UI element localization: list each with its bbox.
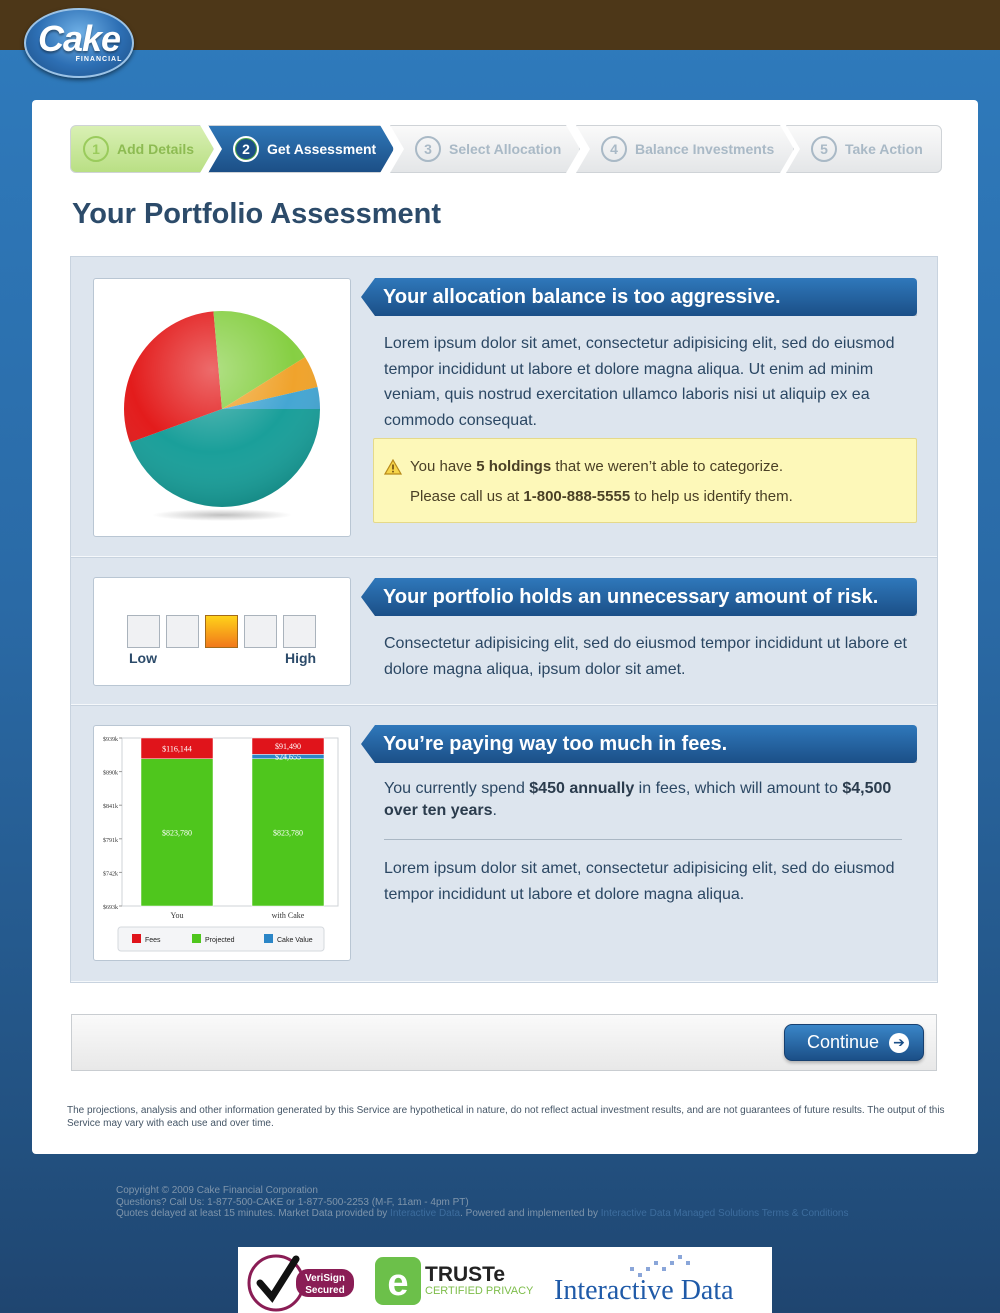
wizard-steps: 1 Add Details 2 Get Assessment 3 Select … <box>70 125 942 175</box>
page-title: Your Portfolio Assessment <box>72 198 442 230</box>
step-label: Select Allocation <box>449 141 562 157</box>
interactive-data-dots <box>630 1255 690 1277</box>
risk-level-box <box>127 615 160 648</box>
warning-line-2: Please call us at 1-800-888-5555 to help… <box>410 488 793 505</box>
fees-section: $939k $890k $841k $791k $742k $693k $823,780 $1… <box>71 705 937 982</box>
legend-swatch <box>132 934 141 943</box>
logo-subtext: FINANCIAL <box>75 56 123 63</box>
support-phone: Questions? Call Us: 1-877-500-CAKE or 1-… <box>116 1196 469 1208</box>
warning-icon <box>384 459 402 475</box>
allocation-text: Lorem ipsum dolor sit amet, consectetur … <box>384 335 895 429</box>
managed-solutions-link[interactable]: Interactive Data Managed Solutions <box>601 1208 759 1219</box>
risk-meter-card: Low High <box>93 577 351 686</box>
risk-level-box <box>166 615 199 648</box>
truste-badge[interactable]: e TRUSTe CERTIFIED PRIVACY <box>375 1257 534 1305</box>
interactive-data-link[interactable]: Interactive Data <box>390 1208 460 1219</box>
step-label: Get Assessment <box>267 141 377 157</box>
terms-link[interactable]: Terms & Conditions <box>762 1208 849 1219</box>
fees-bar-chart: $939k $890k $841k $791k $742k $693k $823,780 $1… <box>103 736 339 952</box>
step-label: Add Details <box>117 141 195 157</box>
step-label: Take Action <box>845 141 923 157</box>
copyright: Copyright © 2009 Cake Financial Corporat… <box>116 1185 318 1196</box>
pie-highlight <box>124 311 320 507</box>
truste-e-icon: e <box>387 1262 408 1304</box>
step-balance-investments[interactable]: 4 Balance Investments <box>576 125 794 173</box>
allocation-pie-card <box>93 278 351 537</box>
logo-text: Cake <box>37 18 121 59</box>
bar-value-label: $116,144 <box>162 744 192 753</box>
legend-label: Projected <box>205 937 235 944</box>
step-get-assessment[interactable]: 2 Get Assessment <box>208 125 394 173</box>
phone-number: 1-800-888-5555 <box>523 488 631 505</box>
risk-heading: Your portfolio holds an unnecessary amou… <box>361 578 917 616</box>
y-tick-label: $742k <box>103 870 118 877</box>
risk-high-label: High <box>285 650 317 666</box>
arrow-right-icon: ➔ <box>889 1033 909 1053</box>
fees-chart-card: $939k $890k $841k $791k $742k $693k $823,780 $1… <box>93 725 351 961</box>
uncategorized-warning: You have 5 holdings that we weren’t able… <box>373 438 917 523</box>
step-add-details[interactable]: 1 Add Details <box>70 125 214 173</box>
truste-certified-text: CERTIFIED PRIVACY <box>425 1285 534 1297</box>
holdings-count: 5 holdings <box>476 458 552 475</box>
y-tick-label: $693k <box>103 904 118 911</box>
x-category-label: with Cake <box>272 911 305 920</box>
fees-divider <box>384 839 902 840</box>
badge-row: VeriSign Secured e TRUSTe CERTIFIED PRIV… <box>247 1254 734 1312</box>
legend-swatch <box>264 934 273 943</box>
top-bar <box>0 0 1000 50</box>
truste-text: TRUSTe <box>425 1263 505 1286</box>
step-number: 3 <box>415 136 441 162</box>
y-tick-label: $841k <box>103 803 118 810</box>
allocation-section: Your allocation balance is too aggressiv… <box>71 257 937 557</box>
bar-value-label: $823,780 <box>273 828 303 837</box>
bar-value-label: $823,780 <box>162 828 192 837</box>
risk-level-box <box>244 615 277 648</box>
legend-label: Fees <box>145 937 161 944</box>
pie-shadow <box>152 509 292 521</box>
continue-bar: Continue ➔ <box>71 1014 937 1071</box>
step-number: 2 <box>233 136 259 162</box>
step-select-allocation[interactable]: 3 Select Allocation <box>390 125 580 173</box>
allocation-heading: Your allocation balance is too aggressiv… <box>361 278 917 316</box>
cake-logo[interactable]: Cake FINANCIAL <box>24 8 134 78</box>
annual-fees: $450 annually <box>529 780 635 797</box>
step-number: 1 <box>83 136 109 162</box>
step-number: 4 <box>601 136 627 162</box>
legend-label: Cake Value <box>277 937 313 944</box>
continue-button[interactable]: Continue ➔ <box>784 1024 924 1061</box>
verisign-badge[interactable]: VeriSign Secured <box>247 1254 354 1312</box>
interactive-data-text: Interactive Data <box>554 1275 734 1306</box>
step-label: Balance Investments <box>635 141 775 157</box>
legend-swatch <box>192 934 201 943</box>
footer: Copyright © 2009 Cake Financial Corporat… <box>116 1185 916 1220</box>
trust-badges: VeriSign Secured e TRUSTe CERTIFIED PRIV… <box>238 1247 772 1313</box>
warning-line-1: You have 5 holdings that we weren’t able… <box>410 458 783 475</box>
y-tick-label: $791k <box>103 837 118 844</box>
step-number: 5 <box>811 136 837 162</box>
risk-section: Low High Your portfolio holds an unneces… <box>71 557 937 705</box>
risk-low-label: Low <box>129 650 157 666</box>
verisign-secured-text: Secured <box>305 1285 344 1296</box>
step-take-action[interactable]: 5 Take Action <box>786 125 942 173</box>
bar-value-label: $91,490 <box>275 742 301 751</box>
continue-label: Continue <box>807 1032 880 1052</box>
fees-heading: You’re paying way too much in fees. <box>361 725 917 763</box>
fees-text: Lorem ipsum dolor sit amet, consectetur … <box>384 860 895 903</box>
x-category-label: You <box>171 911 184 920</box>
disclaimer: The projections, analysis and other info… <box>67 1105 945 1129</box>
market-data-notice: Quotes delayed at least 15 minutes. Mark… <box>116 1208 849 1219</box>
y-tick-label: $890k <box>103 770 118 777</box>
allocation-pie-chart <box>124 311 320 521</box>
verisign-text: VeriSign <box>305 1273 345 1284</box>
fees-summary: You currently spend $450 annually in fee… <box>384 780 892 819</box>
assessment-box: Your allocation balance is too aggressiv… <box>70 256 938 983</box>
interactive-data-badge[interactable]: Interactive Data <box>554 1255 734 1306</box>
risk-level-box <box>283 615 316 648</box>
y-tick-label: $939k <box>103 736 118 743</box>
risk-level-box <box>205 615 238 648</box>
risk-text: Consectetur adipisicing elit, sed do eiu… <box>384 635 907 678</box>
